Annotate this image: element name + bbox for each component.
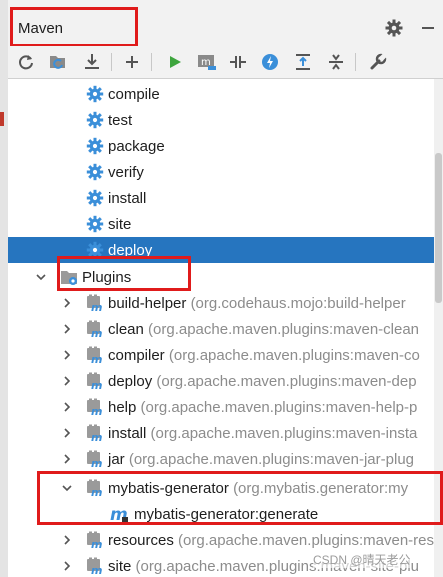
goal-label: mybatis-generator:generate — [134, 506, 319, 523]
edge-marker — [0, 112, 4, 126]
download-icon[interactable] — [80, 50, 104, 74]
plugin-group: (org.apache.maven.plugins:maven-help-p — [140, 399, 418, 416]
gear-icon — [86, 111, 104, 129]
maven-goal-icon — [110, 505, 130, 523]
lifecycle-item-deploy[interactable]: deploy — [8, 237, 434, 263]
execute-goal-icon[interactable]: m — [195, 50, 219, 74]
gear-icon — [86, 215, 104, 233]
plugin-name: compiler — [108, 347, 165, 364]
chevron-right-icon[interactable] — [62, 350, 72, 360]
gear-icon — [86, 137, 104, 155]
plugin-group: (org.apache.maven.plugins:maven-dep — [156, 373, 417, 390]
plugins-folder-icon — [60, 268, 78, 286]
plugin-group: (org.apache.maven.plugins:maven-reso — [178, 532, 434, 549]
plugins-node[interactable]: Plugins — [8, 264, 434, 290]
gear-icon — [86, 163, 104, 181]
plugin-name: resources — [108, 532, 174, 549]
plugin-icon — [86, 424, 104, 442]
gear-icon — [86, 241, 104, 259]
plugin-icon — [86, 557, 104, 575]
plugin-row-compiler[interactable]: compiler (org.apache.maven.plugins:maven… — [8, 342, 434, 368]
plugin-name: site — [108, 558, 132, 575]
plugin-icon — [86, 372, 104, 390]
chevron-right-icon[interactable] — [62, 428, 72, 438]
plugin-row-deploy[interactable]: deploy (org.apache.maven.plugins:maven-d… — [8, 368, 434, 394]
plugin-name: deploy — [108, 373, 153, 390]
plugin-name: jar — [108, 451, 125, 468]
watermark: CSDN @晴天老公 — [313, 551, 411, 568]
chevron-right-icon[interactable] — [62, 402, 72, 412]
scrollbar-thumb[interactable] — [435, 153, 442, 303]
plugin-row-build-helper[interactable]: build-helper (org.codehaus.mojo:build-he… — [8, 290, 434, 316]
settings-wrench-icon[interactable] — [366, 50, 390, 74]
plugin-group: (org.mybatis.generator:my — [233, 480, 409, 497]
plugin-icon — [86, 531, 104, 549]
add-icon[interactable] — [120, 50, 144, 74]
skip-tests-icon[interactable] — [258, 50, 282, 74]
lifecycle-label: site — [108, 216, 132, 233]
run-icon[interactable] — [163, 50, 187, 74]
plugin-row-jar[interactable]: jar (org.apache.maven.plugins:maven-jar-… — [8, 446, 434, 472]
reload-icon[interactable] — [14, 50, 38, 74]
gear-icon — [86, 189, 104, 207]
hide-icon[interactable] — [418, 18, 438, 38]
tool-window-title: Maven — [18, 20, 64, 37]
chevron-right-icon[interactable] — [62, 561, 72, 571]
add-projects-icon[interactable] — [46, 50, 70, 74]
lifecycle-item-site[interactable]: site — [8, 211, 434, 237]
chevron-down-icon[interactable] — [62, 483, 72, 493]
gear-icon[interactable] — [384, 18, 404, 38]
lifecycle-item-test[interactable]: test — [8, 107, 434, 133]
plugin-group: (org.apache.maven.plugins:maven-co — [168, 347, 420, 364]
lifecycle-item-verify[interactable]: verify — [8, 159, 434, 185]
plugin-icon — [86, 398, 104, 416]
tool-window-header: Maven — [8, 0, 443, 46]
plugin-icon — [86, 294, 104, 312]
plugin-group: (org.apache.maven.plugins:maven-insta — [150, 425, 418, 442]
goal-row-mybatis-generate[interactable]: mybatis-generator:generate — [8, 501, 434, 527]
lifecycle-label: compile — [108, 86, 160, 103]
lifecycle-item-install[interactable]: install — [8, 185, 434, 211]
plugin-group: (org.apache.maven.plugins:maven-clean — [148, 321, 420, 338]
plugin-icon — [86, 479, 104, 497]
lifecycle-label: deploy — [108, 242, 153, 259]
plugins-label: Plugins — [82, 269, 132, 286]
plugin-group: (org.apache.maven.plugins:maven-jar-plug — [128, 451, 414, 468]
chevron-right-icon[interactable] — [62, 454, 72, 464]
plugin-icon — [86, 346, 104, 364]
plugin-group: (org.codehaus.mojo:build-helper — [190, 295, 406, 312]
plugin-row-help[interactable]: help (org.apache.maven.plugins:maven-hel… — [8, 394, 434, 420]
plugin-row-mybatis-generator[interactable]: mybatis-generator (org.mybatis.generator… — [8, 475, 434, 501]
plugin-row-resources[interactable]: resources (org.apache.maven.plugins:mave… — [8, 527, 434, 553]
plugin-name: build-helper — [108, 295, 187, 312]
show-diagram-icon[interactable] — [291, 50, 315, 74]
lifecycle-label: verify — [108, 164, 144, 181]
chevron-right-icon[interactable] — [62, 324, 72, 334]
plugin-name: install — [108, 425, 147, 442]
lifecycle-label: test — [108, 112, 133, 129]
chevron-right-icon[interactable] — [62, 535, 72, 545]
plugin-icon — [86, 450, 104, 468]
chevron-right-icon[interactable] — [62, 298, 72, 308]
lifecycle-label: install — [108, 190, 147, 207]
plugin-name: clean — [108, 321, 144, 338]
lifecycle-item-package[interactable]: package — [8, 133, 434, 159]
collapse-icon[interactable] — [324, 50, 348, 74]
plugin-name: help — [108, 399, 137, 416]
maven-project-tree: compile test package verify install site… — [8, 79, 434, 577]
chevron-down-icon[interactable] — [36, 272, 46, 282]
chevron-right-icon[interactable] — [62, 376, 72, 386]
vertical-scrollbar[interactable] — [434, 79, 443, 577]
lifecycle-item-compile[interactable]: compile — [8, 81, 434, 107]
gear-icon — [86, 85, 104, 103]
toggle-offline-icon[interactable] — [226, 50, 250, 74]
plugin-icon — [86, 320, 104, 338]
plugin-row-clean[interactable]: clean (org.apache.maven.plugins:maven-cl… — [8, 316, 434, 342]
lifecycle-label: package — [108, 138, 165, 155]
plugin-row-install[interactable]: install (org.apache.maven.plugins:maven-… — [8, 420, 434, 446]
maven-toolbar: m — [8, 46, 443, 79]
plugin-name: mybatis-generator — [108, 480, 229, 497]
